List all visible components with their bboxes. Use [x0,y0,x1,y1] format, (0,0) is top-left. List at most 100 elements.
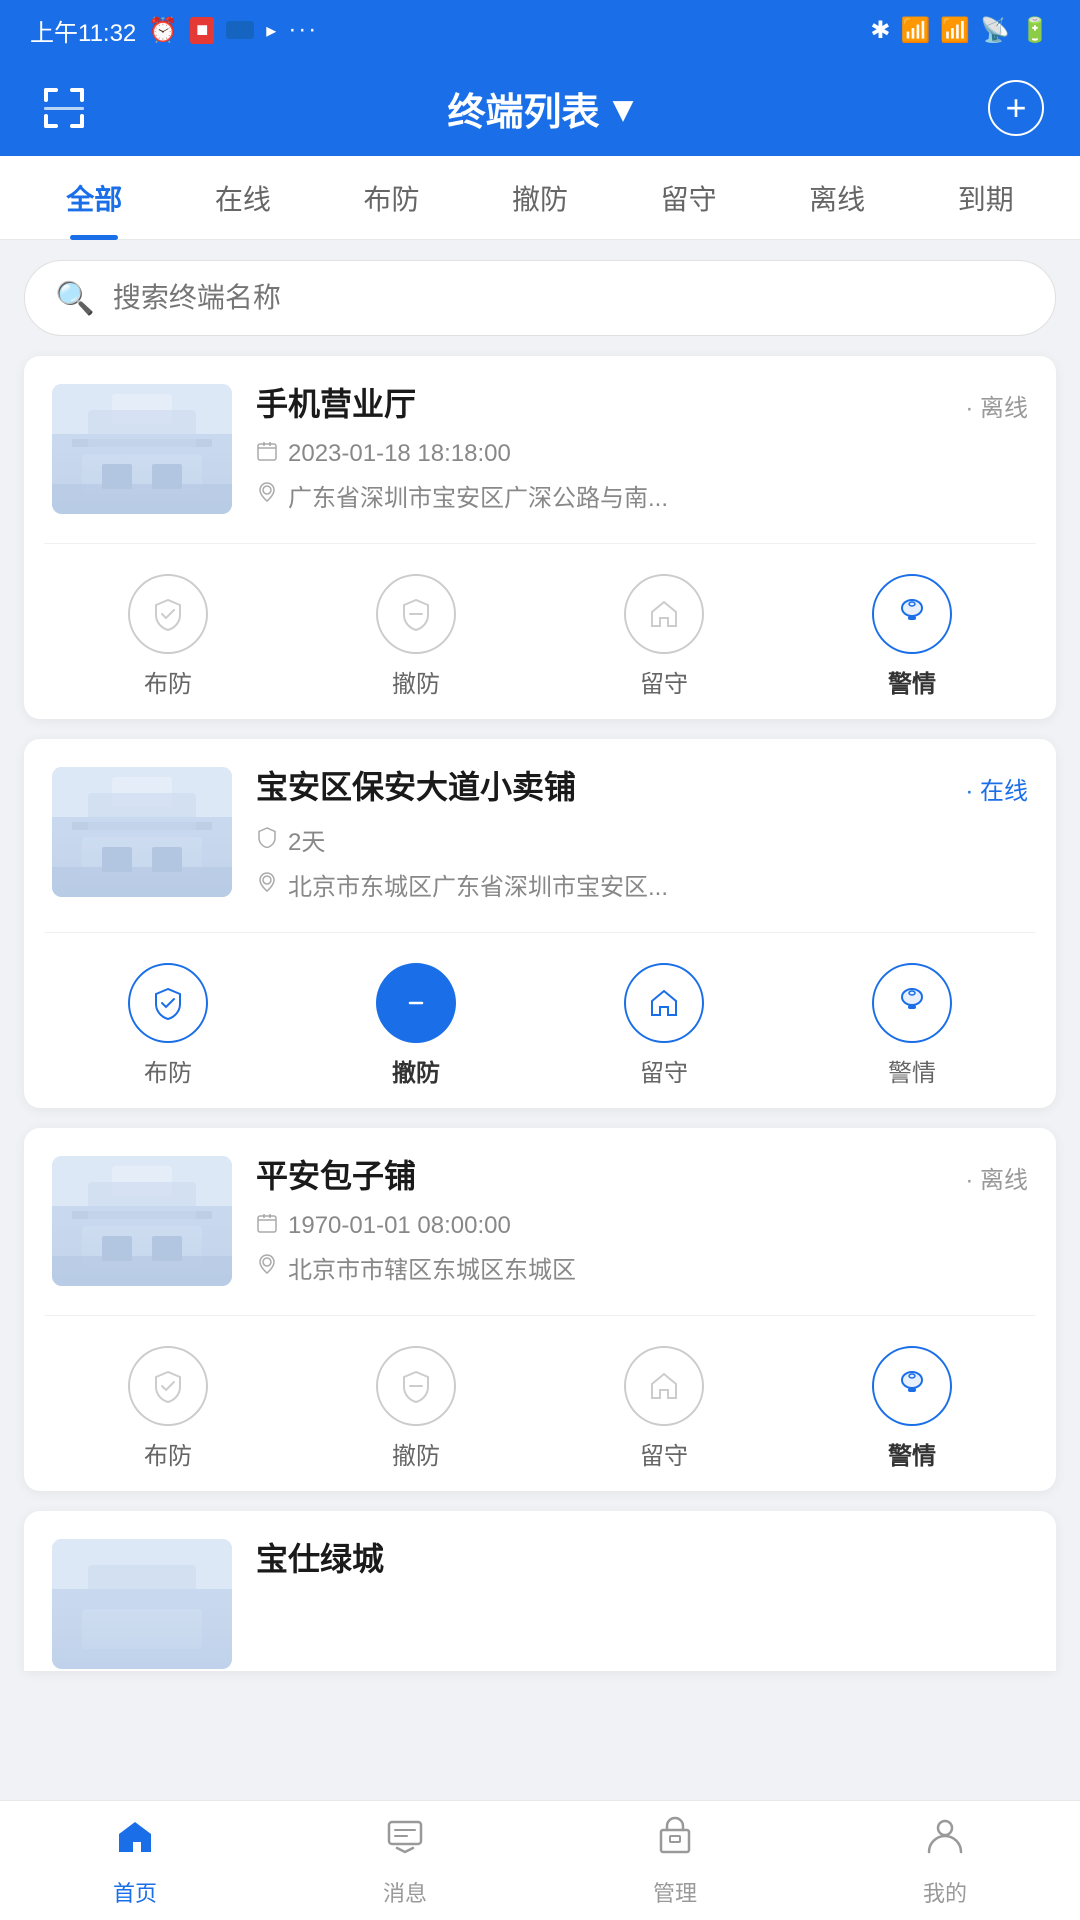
disarm2-icon [376,963,456,1043]
card-3-actions: 布防 撤防 留守 警情 [44,1315,1036,1491]
card-3-arm-btn[interactable]: 布防 [44,1336,292,1481]
header-title-group[interactable]: 终端列表 ▾ [447,81,632,136]
card-2-stay-btn[interactable]: 留守 [540,953,788,1098]
dropdown-arrow-icon: ▾ [613,86,632,131]
card-2-disarm-btn[interactable]: 撤防 [292,953,540,1098]
card-1-name: 手机营业厅 [256,384,955,426]
card-4-info: 宝仕绿城 [256,1539,1028,1669]
bluetooth-icon: ✱ [870,16,890,45]
card-3-thumbnail[interactable] [52,1156,232,1286]
card-3-name: 平安包子铺 [256,1156,955,1198]
card-2-thumbnail[interactable] [52,767,232,897]
card-1-alarm-btn[interactable]: 警情 [788,564,1036,709]
card-3-alarm-btn[interactable]: 警情 [788,1336,1036,1481]
nav-messages[interactable]: 消息 [270,1801,540,1920]
card-2-arm-btn[interactable]: 布防 [44,953,292,1098]
status-left: 上午11:32 ⏰ ■ ▸ ··· [30,13,318,48]
card-3-datetime: 1970-01-01 08:00:00 [256,1212,1028,1240]
alarm3-label: 警情 [888,1436,936,1471]
stay2-icon [624,963,704,1043]
mine-nav-icon [923,1814,967,1868]
alarm-label: 警情 [888,664,936,699]
card-2-datetime: 2天 [256,822,1028,857]
manage-nav-icon [653,1814,697,1868]
tab-armed[interactable]: 布防 [317,156,466,240]
disarm3-label: 撤防 [392,1436,440,1471]
disarm-label: 撤防 [392,664,440,699]
calendar3-icon [256,1212,278,1240]
tab-expired[interactable]: 到期 [911,156,1060,240]
card-4-name: 宝仕绿城 [256,1539,1028,1581]
card-1-stay-btn[interactable]: 留守 [540,564,788,709]
header: 终端列表 ▾ + [0,60,1080,156]
location3-icon [256,1253,278,1281]
card-3-title-row: 平安包子铺 · 离线 [256,1156,1028,1198]
card-4-top: 宝仕绿城 [24,1511,1056,1671]
wifi-icon: 📡 [980,16,1010,45]
card-1-arm-btn[interactable]: 布防 [44,564,292,709]
card-1-title-row: 手机营业厅 · 离线 [256,384,1028,426]
plus-icon: + [1005,87,1026,129]
header-title-text: 终端列表 [447,81,599,136]
add-button[interactable]: + [988,80,1044,136]
scan-button[interactable] [36,80,92,136]
stay2-label: 留守 [640,1053,688,1088]
arm-icon [128,574,208,654]
arm2-label: 布防 [144,1053,192,1088]
card-3-disarm-btn[interactable]: 撤防 [292,1336,540,1481]
search-input[interactable] [113,282,1025,314]
home-nav-icon [113,1814,157,1868]
status-right: ✱ 📶 📶 📡 🔋 [870,16,1050,45]
card-3-status: · 离线 [965,1156,1028,1195]
location2-icon [256,871,278,899]
card-2-alarm-btn[interactable]: 警情 [788,953,1036,1098]
dots-icon: ··· [288,16,318,44]
card-3-address: 北京市市辖区东城区东城区 [256,1250,1028,1285]
stay3-label: 留守 [640,1436,688,1471]
search-icon: 🔍 [55,279,95,317]
status-time: 上午11:32 [30,13,136,48]
card-1: 手机营业厅 · 离线 2023-01-18 18:18:00 广东省深圳市宝安区… [24,356,1056,719]
card-1-status: · 离线 [965,384,1028,423]
tab-disarmed[interactable]: 撤防 [466,156,615,240]
card-3-info: 平安包子铺 · 离线 1970-01-01 08:00:00 北京市市辖区东城区… [256,1156,1028,1295]
tab-all[interactable]: 全部 [20,156,169,240]
alarm2-label: 警情 [888,1053,936,1088]
card-2-name: 宝安区保安大道小卖铺 [256,767,955,809]
nav-mine[interactable]: 我的 [810,1801,1080,1920]
card-2-top: 宝安区保安大道小卖铺 · 在线 2天 北京市东城区广东省深圳市宝安区... [24,739,1056,933]
tab-stay[interactable]: 留守 [614,156,763,240]
stay-label: 留守 [640,664,688,699]
signal1-icon: 📶 [900,16,930,45]
card-2-address: 北京市东城区广东省深圳市宝安区... [256,867,1028,902]
shield-small-icon [256,826,278,854]
tabs-bar: 全部 在线 布防 撤防 留守 离线 到期 [0,156,1080,240]
mine-nav-label: 我的 [923,1876,967,1908]
card-1-disarm-btn[interactable]: 撤防 [292,564,540,709]
card-1-actions: 布防 撤防 留守 警情 [44,543,1036,719]
card-3-stay-btn[interactable]: 留守 [540,1336,788,1481]
card-2-info: 宝安区保安大道小卖铺 · 在线 2天 北京市东城区广东省深圳市宝安区... [256,767,1028,913]
card-3-top: 平安包子铺 · 离线 1970-01-01 08:00:00 北京市市辖区东城区… [24,1128,1056,1315]
messages-nav-label: 消息 [383,1876,427,1908]
nav-home[interactable]: 首页 [0,1801,270,1920]
tab-offline[interactable]: 离线 [763,156,912,240]
card-2-actions: 布防 撤防 留守 警情 [44,932,1036,1108]
nav-manage[interactable]: 管理 [540,1801,810,1920]
bottom-nav: 首页 消息 管理 我的 [0,1800,1080,1920]
card-1-top: 手机营业厅 · 离线 2023-01-18 18:18:00 广东省深圳市宝安区… [24,356,1056,543]
calendar-icon [256,440,278,468]
card-1-thumbnail[interactable] [52,384,232,514]
stay-icon [624,574,704,654]
sim-icon: ■ [190,17,214,44]
card-1-address: 广东省深圳市宝安区广深公路与南... [256,478,1028,513]
disarm2-label: 撤防 [392,1053,440,1088]
tab-online[interactable]: 在线 [169,156,318,240]
arrow-icon: ▸ [266,18,276,43]
location-icon [256,481,278,509]
clock-icon: ⏰ [148,16,178,45]
messages-nav-icon [383,1814,427,1868]
arm-label: 布防 [144,664,192,699]
card-4-thumbnail[interactable] [52,1539,232,1669]
alarm2-icon [872,963,952,1043]
